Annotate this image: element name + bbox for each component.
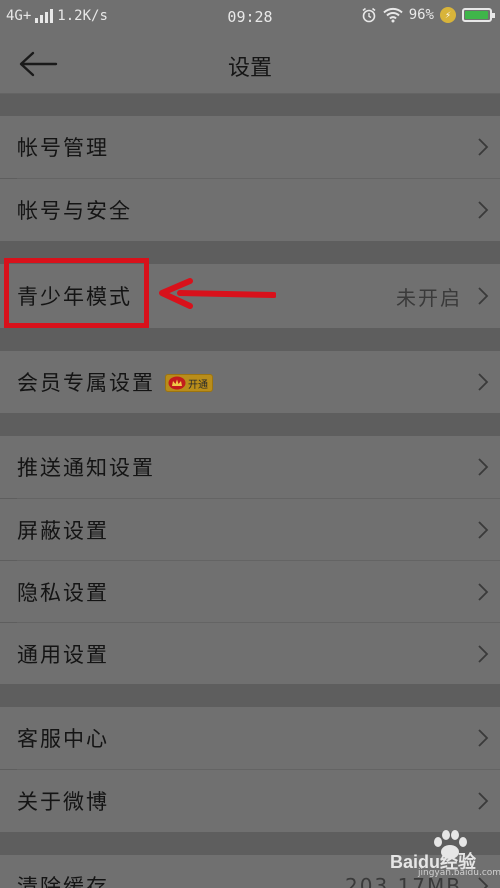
settings-row-teen-mode[interactable]: 青少年模式 未开启 [0,264,500,328]
vip-badge[interactable]: 开通 [165,374,213,392]
chevron-right-icon [478,138,489,156]
settings-row-vip-settings[interactable]: 会员专属设置 开通 [0,351,500,413]
battery-icon [462,8,495,22]
chevron-right-icon [478,792,489,810]
crown-icon [168,376,186,390]
status-right: 96% ⚡ [361,7,495,23]
chevron-right-icon [478,458,489,476]
row-label: 隐私设置 [17,580,109,605]
row-label: 帐号管理 [17,136,109,160]
status-bar: 4G+ 1.2K/s 09:28 96% ⚡ [0,0,500,34]
row-label: 推送通知设置 [17,456,155,480]
settings-row-account-management[interactable]: 帐号管理 [0,116,500,178]
chevron-right-icon [478,287,489,305]
chevron-right-icon [478,582,489,601]
settings-row-privacy-settings[interactable]: 隐私设置 [0,561,500,622]
chevron-right-icon [478,729,489,747]
settings-row-block-settings[interactable]: 屏蔽设置 [0,499,500,560]
baidu-watermark: Baidu经验 jingyan.baidu.com [362,828,500,880]
chevron-right-icon [478,201,489,219]
row-label: 青少年模式 [17,285,132,309]
settings-row-push-notifications[interactable]: 推送通知设置 [0,436,500,498]
watermark-url: jingyan.baidu.com [418,868,500,878]
teen-mode-status: 未开启 [396,285,462,310]
settings-row-about-weibo[interactable]: 关于微博 [0,770,500,832]
row-label: 屏蔽设置 [17,518,109,543]
header: 设置 [0,34,500,94]
settings-row-general-settings[interactable]: 通用设置 [0,623,500,684]
chevron-right-icon [478,373,489,391]
row-label: 客服中心 [17,727,109,751]
row-label: 清除缓存 [17,875,109,888]
row-label: 会员专属设置 [17,371,155,395]
wifi-icon [383,7,403,23]
charging-icon: ⚡ [440,7,456,23]
settings-row-customer-service[interactable]: 客服中心 [0,707,500,769]
alarm-icon [362,7,376,23]
row-label: 帐号与安全 [17,199,132,223]
row-label: 通用设置 [17,642,109,667]
row-label: 关于微博 [17,790,109,814]
page-title: 设置 [227,56,272,81]
battery-percent: 96% [408,7,434,23]
chevron-right-icon [478,520,489,539]
vip-badge-label: 开通 [188,379,208,391]
settings-row-account-security[interactable]: 帐号与安全 [0,179,500,241]
chevron-right-icon [478,644,489,663]
